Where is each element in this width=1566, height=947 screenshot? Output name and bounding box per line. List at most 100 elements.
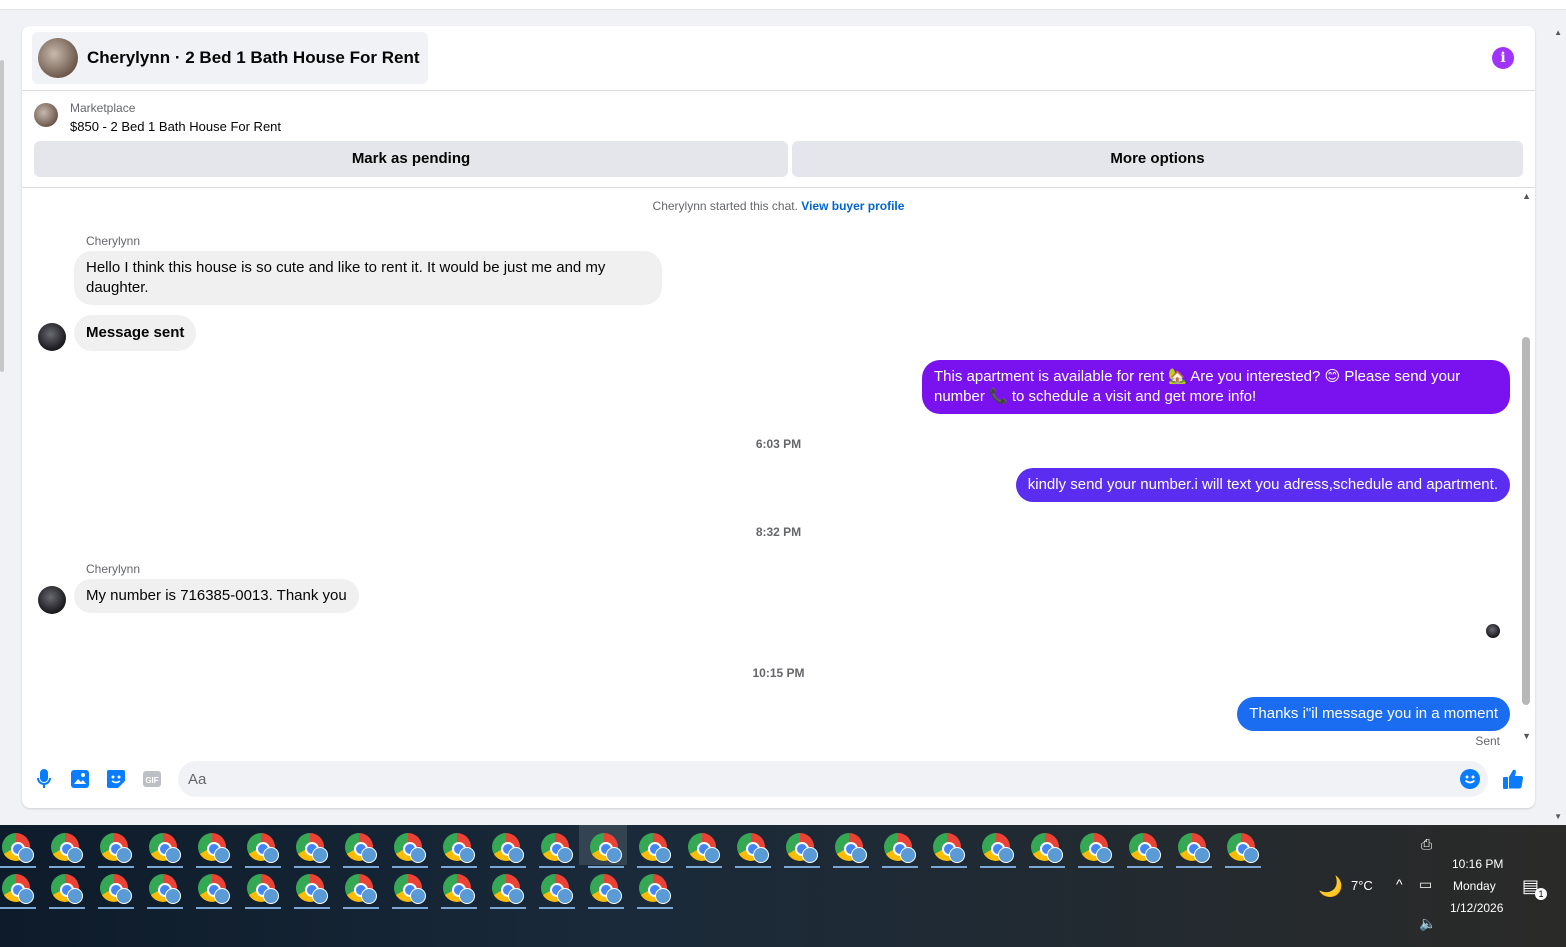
- sent-status: Sent: [1475, 734, 1500, 748]
- taskbar-running-indicator: [147, 907, 183, 909]
- show-hidden-icons-chevron-icon[interactable]: ^: [1396, 876, 1403, 892]
- chrome-icon[interactable]: [443, 874, 475, 904]
- chrome-icon[interactable]: [2, 833, 34, 863]
- mark-as-pending-button[interactable]: Mark as pending: [34, 141, 788, 177]
- listing-title[interactable]: $850 - 2 Bed 1 Bath House For Rent: [70, 119, 281, 134]
- page-scrollbar-left[interactable]: [0, 60, 4, 372]
- chrome-icon[interactable]: [982, 833, 1014, 863]
- view-buyer-profile-link[interactable]: View buyer profile: [801, 199, 904, 213]
- message-input[interactable]: [178, 761, 1488, 797]
- chrome-icon[interactable]: [2, 874, 34, 904]
- meet-now-icon[interactable]: ⎙: [1421, 836, 1432, 853]
- page-scroll-up-arrow[interactable]: ▲: [1554, 28, 1562, 37]
- weather-temperature[interactable]: 7°C: [1351, 878, 1373, 893]
- volume-icon[interactable]: 🔈: [1419, 915, 1436, 932]
- clock-time[interactable]: 10:16 PM: [1452, 857, 1503, 871]
- chrome-icon[interactable]: [1129, 833, 1161, 863]
- thread-scroll-down-arrow[interactable]: ▼: [1522, 731, 1531, 741]
- chrome-icon[interactable]: [247, 874, 279, 904]
- chrome-icon[interactable]: [1178, 833, 1210, 863]
- chrome-icon[interactable]: [247, 833, 279, 863]
- chrome-icon[interactable]: [835, 833, 867, 863]
- chrome-icon[interactable]: [737, 833, 769, 863]
- sender-name: Cherylynn: [86, 562, 141, 576]
- incoming-message[interactable]: My number is 716385-0013. Thank you: [74, 579, 359, 613]
- chrome-icon[interactable]: [639, 874, 671, 904]
- notification-count: 1: [1535, 888, 1547, 900]
- chrome-icon[interactable]: [786, 833, 818, 863]
- sender-avatar[interactable]: [38, 323, 66, 351]
- more-options-button[interactable]: More options: [792, 141, 1523, 177]
- photo-icon[interactable]: [69, 768, 91, 790]
- chrome-icon[interactable]: [296, 874, 328, 904]
- taskbar-running-indicator: [49, 866, 85, 868]
- chrome-icon[interactable]: [541, 874, 573, 904]
- chrome-icon[interactable]: [884, 833, 916, 863]
- taskbar-running-indicator: [196, 866, 232, 868]
- chrome-icon[interactable]: [345, 833, 377, 863]
- timestamp: 6:03 PM: [755, 437, 802, 451]
- taskbar-running-indicator: [196, 907, 232, 909]
- outgoing-message[interactable]: kindly send your number.i will text you …: [1015, 468, 1510, 502]
- windows-taskbar: ⎙ 🌙 7°C ^ ▭ 🔈 10:16 PM Monday 1/12/2026 …: [0, 825, 1566, 947]
- clock-date[interactable]: 1/12/2026: [1450, 901, 1503, 915]
- chrome-icon[interactable]: [492, 874, 524, 904]
- chrome-icon[interactable]: [394, 833, 426, 863]
- chrome-icon[interactable]: [198, 874, 230, 904]
- chrome-icon[interactable]: [492, 833, 524, 863]
- listing-thumbnail[interactable]: [34, 103, 58, 127]
- sender-avatar[interactable]: [38, 586, 66, 614]
- taskbar-running-indicator: [343, 907, 379, 909]
- listing-avatar: [38, 38, 78, 78]
- taskbar-running-indicator: [637, 866, 673, 868]
- info-icon[interactable]: i: [1492, 47, 1514, 69]
- emoji-icon[interactable]: [1460, 769, 1480, 789]
- chrome-icon[interactable]: [345, 874, 377, 904]
- conversation-title-chip[interactable]: Cherylynn · 2 Bed 1 Bath House For Rent: [32, 32, 428, 84]
- read-receipt-avatar: [1486, 624, 1500, 638]
- chrome-icon[interactable]: [394, 874, 426, 904]
- chrome-icon[interactable]: [51, 874, 83, 904]
- taskbar-running-indicator: [1225, 866, 1261, 868]
- conversation-panel: Cherylynn · 2 Bed 1 Bath House For Rent …: [22, 26, 1535, 808]
- taskbar-running-indicator: [343, 866, 379, 868]
- taskbar-running-indicator: [490, 907, 526, 909]
- network-icon[interactable]: ▭: [1419, 876, 1432, 893]
- browser-top-strip: [0, 0, 1566, 10]
- chrome-icon[interactable]: [541, 833, 573, 863]
- chrome-icon[interactable]: [639, 833, 671, 863]
- taskbar-running-indicator: [245, 866, 281, 868]
- incoming-message[interactable]: Message sent: [74, 315, 197, 351]
- microphone-icon[interactable]: [33, 768, 55, 790]
- chrome-icon[interactable]: [443, 833, 475, 863]
- chrome-icon[interactable]: [198, 833, 230, 863]
- chrome-icon[interactable]: [590, 874, 622, 904]
- chrome-icon[interactable]: [296, 833, 328, 863]
- chrome-icon[interactable]: [149, 874, 181, 904]
- incoming-message[interactable]: Hello I think this house is so cute and …: [74, 251, 662, 305]
- chrome-icon[interactable]: [100, 874, 132, 904]
- clock-day[interactable]: Monday: [1453, 879, 1496, 893]
- taskbar-running-indicator: [441, 866, 477, 868]
- thumbs-up-icon[interactable]: [1500, 766, 1526, 792]
- chrome-icon[interactable]: [1080, 833, 1112, 863]
- chrome-icon[interactable]: [51, 833, 83, 863]
- sticker-icon[interactable]: [105, 768, 127, 790]
- thread-scrollbar[interactable]: [1522, 337, 1530, 705]
- taskbar-running-indicator: [1176, 866, 1212, 868]
- chrome-icon[interactable]: [100, 833, 132, 863]
- chrome-icon[interactable]: [1031, 833, 1063, 863]
- chrome-icon[interactable]: [688, 833, 720, 863]
- outgoing-message[interactable]: Thanks i"il message you in a moment: [1237, 697, 1510, 731]
- chrome-icon[interactable]: [1227, 833, 1259, 863]
- outgoing-message[interactable]: This apartment is available for rent 🏡 A…: [922, 360, 1510, 414]
- chrome-icon[interactable]: [149, 833, 181, 863]
- taskbar-running-indicator: [0, 907, 36, 909]
- page-scroll-down-arrow[interactable]: ▼: [1554, 812, 1562, 821]
- gif-label: GIF: [145, 776, 158, 785]
- weather-moon-icon[interactable]: 🌙: [1318, 874, 1343, 899]
- taskbar-running-indicator: [147, 866, 183, 868]
- gif-icon[interactable]: GIF: [141, 768, 163, 790]
- chrome-icon[interactable]: [933, 833, 965, 863]
- chrome-icon[interactable]: [590, 833, 622, 863]
